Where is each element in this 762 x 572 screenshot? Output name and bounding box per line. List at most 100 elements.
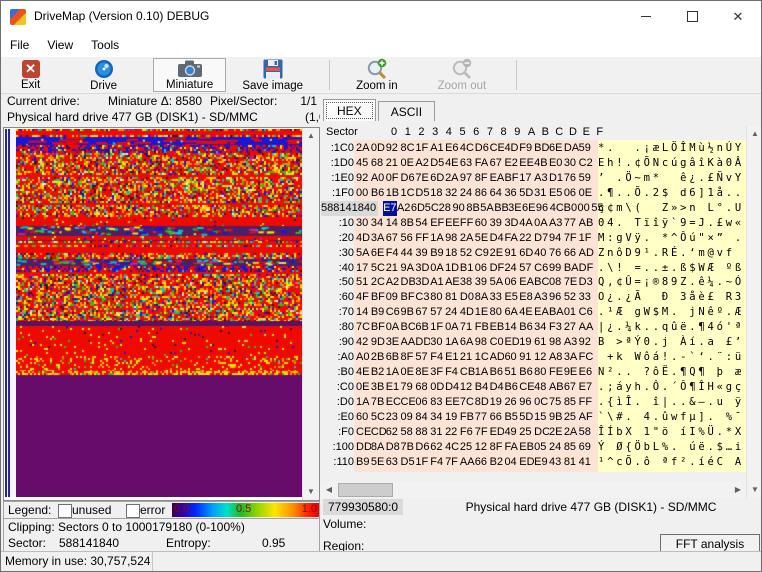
hex-byte[interactable]: 68 — [415, 380, 430, 395]
hex-byte[interactable]: B5 — [504, 410, 519, 425]
hex-byte[interactable]: E8 — [519, 290, 534, 305]
hex-byte[interactable]: 66 — [490, 410, 505, 425]
hex-byte[interactable]: 77 — [475, 410, 490, 425]
hex-vertical-scrollbar[interactable]: ▲ ▼ — [746, 126, 762, 498]
hex-byte[interactable]: 4C — [550, 201, 564, 216]
hex-byte[interactable]: 6D — [519, 246, 534, 261]
scroll-up-icon[interactable]: ▲ — [747, 126, 762, 142]
hex-byte[interactable]: AA — [460, 455, 475, 470]
hex-byte[interactable]: B6 — [490, 365, 505, 380]
hex-byte[interactable]: 66 — [564, 246, 579, 261]
menu-view[interactable]: View — [38, 38, 82, 52]
hex-byte[interactable]: 9E — [564, 365, 579, 380]
hex-byte[interactable]: 36 — [504, 186, 519, 201]
hex-byte[interactable]: F9 — [519, 141, 534, 156]
hex-byte[interactable]: A3 — [534, 290, 549, 305]
drive-map-canvas[interactable] — [16, 129, 304, 497]
hex-byte[interactable]: 1F — [430, 320, 445, 335]
hex-row[interactable]: :50512CA2DB3DA1AE38395A06EABC087ED3Q,¢Û=… — [321, 275, 746, 290]
hex-byte[interactable]: BF — [401, 290, 416, 305]
hex-byte[interactable]: 0A — [386, 320, 401, 335]
hex-byte[interactable]: DF — [579, 261, 594, 276]
hex-byte[interactable]: 57 — [415, 350, 430, 365]
hex-byte[interactable]: 00 — [578, 201, 592, 216]
hex-byte[interactable]: EE — [445, 395, 460, 410]
hex-byte[interactable]: 30 — [564, 156, 579, 171]
hex-byte[interactable]: 6B — [415, 320, 430, 335]
hex-byte[interactable]: C6 — [534, 261, 549, 276]
hex-byte[interactable]: 9A — [401, 261, 416, 276]
hex-byte[interactable]: 28 — [439, 201, 453, 216]
hex-byte[interactable]: 1F — [415, 141, 430, 156]
hex-byte[interactable]: 7F — [445, 455, 460, 470]
hex-byte[interactable]: FA — [504, 440, 519, 455]
hex-byte[interactable]: D5 — [430, 156, 445, 171]
hex-byte[interactable]: CE — [519, 380, 534, 395]
hex-byte[interactable]: FA — [475, 156, 490, 171]
tab-hex[interactable]: HEX — [323, 99, 376, 122]
hex-byte[interactable]: 38 — [460, 275, 475, 290]
maximize-button[interactable] — [669, 1, 715, 32]
hex-byte[interactable]: 8A — [475, 290, 490, 305]
hex-byte[interactable]: D7 — [534, 231, 549, 246]
hex-byte[interactable]: D8 — [386, 440, 401, 455]
hex-byte[interactable]: 94 — [549, 231, 564, 246]
hex-byte[interactable]: 6A — [504, 305, 519, 320]
scroll-right-icon[interactable]: ▶ — [730, 482, 746, 498]
hex-byte[interactable]: FF — [460, 216, 475, 231]
hex-byte[interactable]: 6B — [386, 350, 401, 365]
hex-byte[interactable]: EA — [490, 171, 505, 186]
hex-byte[interactable]: A3 — [564, 335, 579, 350]
scroll-down-icon[interactable]: ▼ — [747, 482, 762, 498]
hex-byte[interactable]: 79 — [401, 380, 416, 395]
hex-byte[interactable]: 8D — [475, 395, 490, 410]
hex-byte[interactable]: A2 — [386, 275, 401, 290]
hex-byte[interactable]: BF — [371, 320, 386, 335]
hex-byte[interactable]: 4C — [460, 141, 475, 156]
hex-byte[interactable]: FB — [475, 320, 490, 335]
miniature-button[interactable]: Miniature — [153, 58, 226, 92]
hex-byte[interactable]: 59 — [579, 171, 594, 186]
hex-byte[interactable]: 69 — [579, 440, 594, 455]
hex-byte[interactable]: 0A — [430, 261, 445, 276]
hex-byte[interactable]: 6E — [549, 141, 564, 156]
hex-byte[interactable]: 4B — [534, 156, 549, 171]
hex-byte[interactable]: 8A — [371, 440, 386, 455]
hex-byte[interactable]: 7E — [564, 275, 579, 290]
hex-byte[interactable]: 1D — [445, 261, 460, 276]
hex-byte[interactable]: 34 — [534, 320, 549, 335]
hex-byte[interactable]: A8 — [549, 350, 564, 365]
hex-byte[interactable]: 5D — [519, 410, 534, 425]
hex-byte[interactable]: 85 — [564, 395, 579, 410]
hex-byte[interactable]: 6E — [522, 201, 536, 216]
hex-byte[interactable]: 30 — [356, 216, 371, 231]
hex-byte[interactable]: 30 — [430, 335, 445, 350]
hex-byte[interactable]: C0 — [490, 335, 505, 350]
hex-byte[interactable]: 83 — [430, 395, 445, 410]
hex-byte[interactable]: DC — [534, 425, 549, 440]
hex-row[interactable]: :1E092A00FD67E6D2A978FEABF17A3D17659’ .Ö… — [321, 171, 746, 186]
hex-byte[interactable]: 21 — [386, 261, 401, 276]
hex-byte[interactable]: 24 — [460, 186, 475, 201]
hex-byte[interactable]: 85 — [564, 440, 579, 455]
hex-byte[interactable]: 0F — [386, 171, 401, 186]
close-button[interactable]: ✕ — [715, 1, 761, 32]
zoom-out-button[interactable]: Zoom out — [426, 58, 499, 92]
hex-row[interactable]: :1C02A0D928C1FA1E64CD6CE4DF9BD6EDA59*. .… — [321, 141, 746, 156]
hex-byte[interactable]: 9D — [371, 335, 386, 350]
hex-byte[interactable]: F4 — [430, 350, 445, 365]
hex-row[interactable]: :7014B9C69B6757244D1E806A4EEABA01C6.¹Æ g… — [321, 305, 746, 320]
hex-byte[interactable]: D5 — [401, 455, 416, 470]
hex-row[interactable]: :1D04568210EA2D54E63FA67E2EE4BE030C2Eh!.… — [321, 156, 746, 171]
hex-byte[interactable]: 22 — [519, 231, 534, 246]
hex-byte[interactable]: C2 — [579, 156, 594, 171]
hex-byte[interactable]: 0E — [401, 365, 416, 380]
hex-byte[interactable]: 09 — [386, 290, 401, 305]
hex-byte[interactable]: 5C — [371, 410, 386, 425]
hex-byte[interactable]: D6 — [415, 440, 430, 455]
hex-byte[interactable]: 44 — [401, 246, 416, 261]
hex-byte[interactable]: B9 — [371, 305, 386, 320]
hex-byte[interactable]: E0 — [549, 156, 564, 171]
hex-byte[interactable]: C6 — [579, 305, 594, 320]
hex-byte[interactable]: 2A — [460, 231, 475, 246]
